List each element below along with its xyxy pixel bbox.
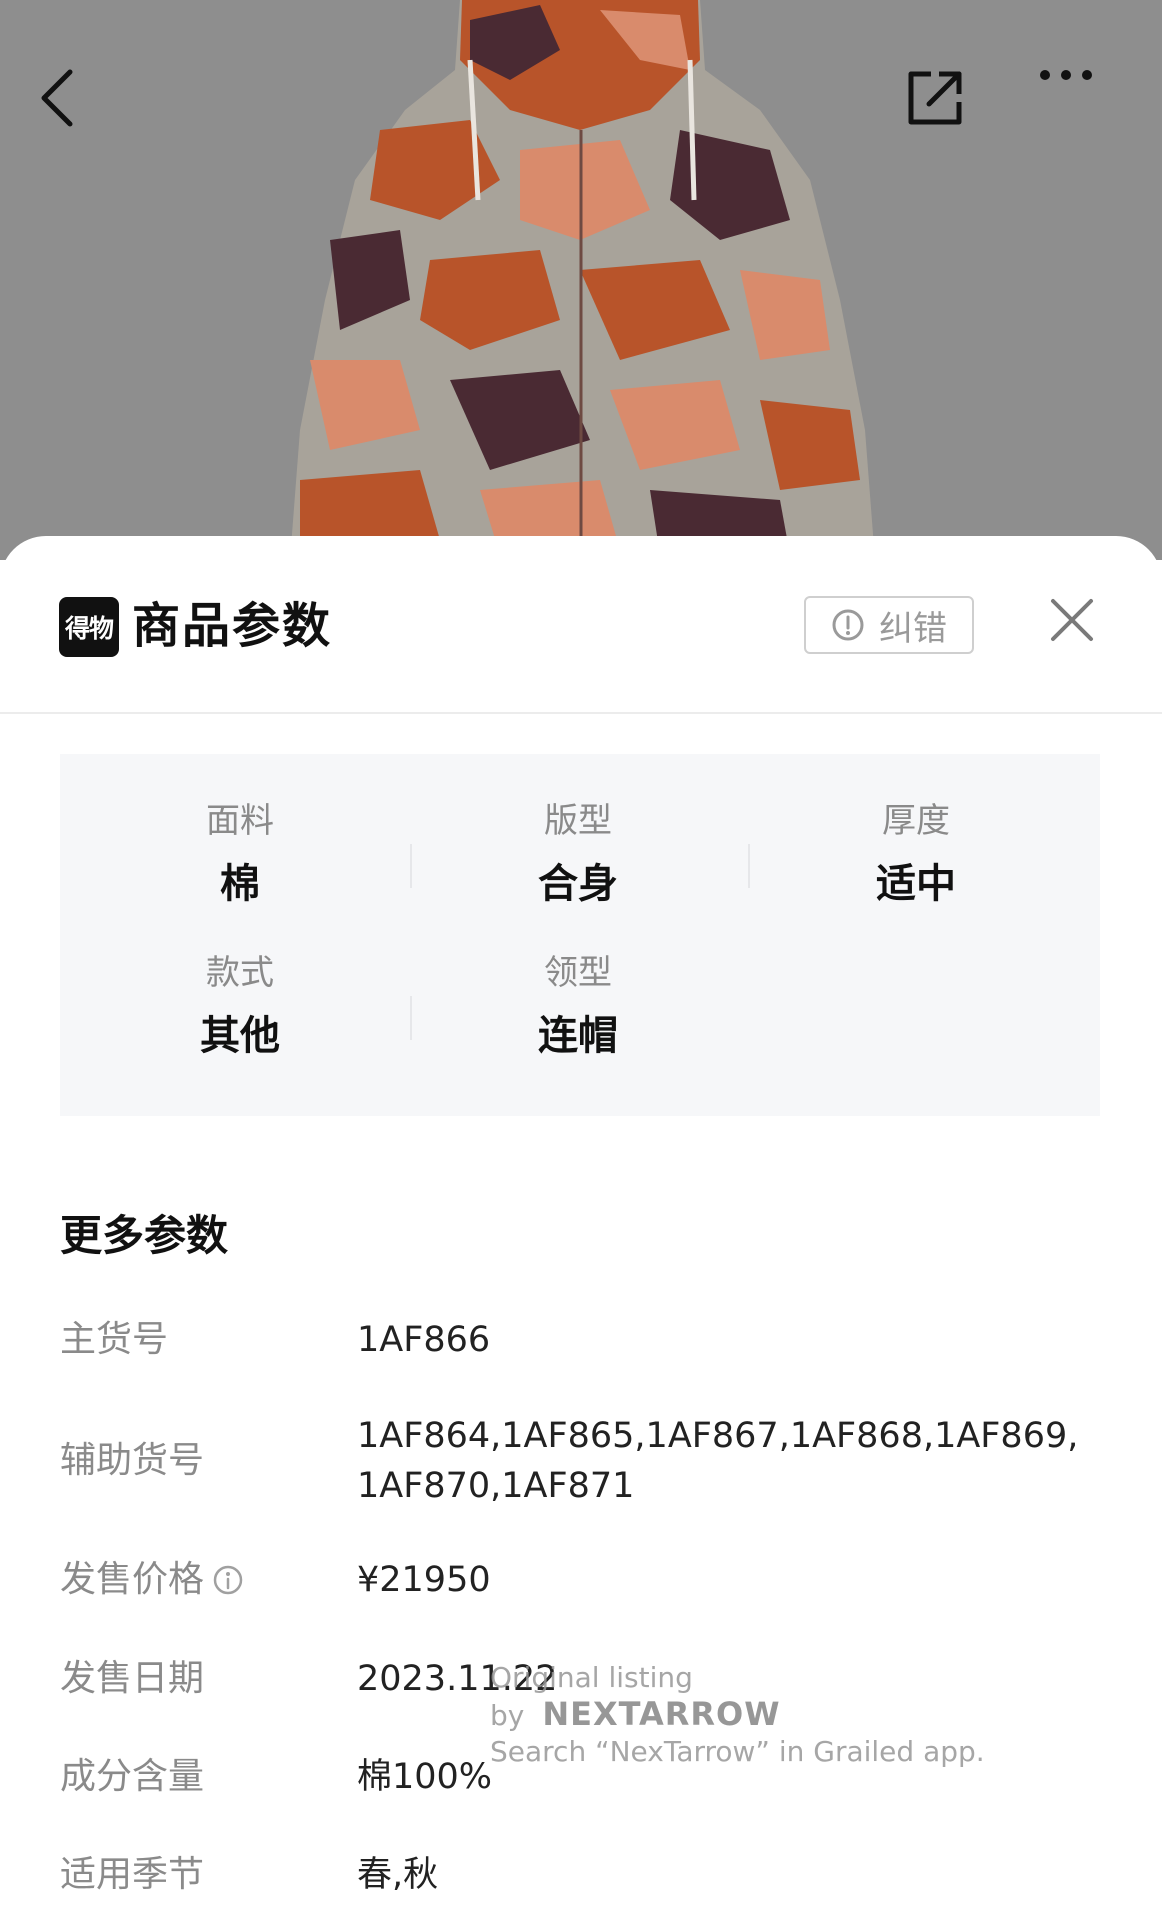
- row-label-release-price: 发售价格: [60, 1555, 244, 1605]
- back-button[interactable]: [38, 68, 128, 158]
- param-label: 版型: [544, 801, 612, 841]
- row-label-season: 适用季节: [60, 1854, 205, 1895]
- row-value-release-date: 2023.11.22: [357, 1659, 558, 1699]
- more-params-title: 更多参数: [60, 1211, 229, 1260]
- product-image: [0, 0, 1162, 560]
- row-value-composition: 棉100%: [357, 1757, 493, 1797]
- report-error-label: 纠错: [879, 608, 947, 649]
- param-fabric: 面料 棉: [100, 796, 380, 916]
- divider: [410, 844, 412, 888]
- param-value: 其他: [200, 1013, 280, 1059]
- sheet-header: 得物 商品参数 纠错: [0, 536, 1162, 714]
- close-button[interactable]: [1040, 588, 1104, 652]
- close-icon: [1051, 599, 1093, 641]
- product-params-sheet: 得物 商品参数 纠错 面料 棉 版型 合身 厚度 适中 款式 其他 领型 连帽 …: [0, 536, 1162, 1920]
- row-value-aux-sku: 1AF864,1AF865,1AF867,1AF868,1AF869, 1AF8…: [357, 1416, 1079, 1506]
- param-label: 领型: [544, 953, 612, 993]
- row-value-release-price: ¥21950: [357, 1560, 491, 1600]
- param-fit: 版型 合身: [438, 796, 718, 916]
- row-value-season: 春,秋: [357, 1855, 439, 1895]
- param-collar: 领型 连帽: [438, 948, 718, 1068]
- row-label-aux-sku: 辅助货号: [60, 1440, 205, 1481]
- param-value: 棉: [220, 861, 260, 907]
- more-button[interactable]: [1038, 68, 1128, 158]
- row-value-main-sku: 1AF866: [357, 1320, 491, 1360]
- row-label-main-sku: 主货号: [60, 1319, 169, 1360]
- param-thickness: 厚度 适中: [776, 796, 1056, 916]
- sheet-title: 商品参数: [132, 598, 333, 654]
- chevron-left-icon: [41, 69, 73, 127]
- report-error-button[interactable]: 纠错: [804, 596, 974, 654]
- param-label: 面料: [206, 801, 274, 841]
- row-label-release-date: 发售日期: [60, 1658, 205, 1699]
- share-external-icon: [908, 71, 962, 125]
- param-label: 厚度: [882, 801, 950, 841]
- brand-logo: 得物: [59, 597, 119, 657]
- exclamation-circle-icon: [832, 609, 864, 641]
- param-value: 适中: [876, 861, 956, 907]
- info-icon[interactable]: [212, 1564, 244, 1596]
- share-button[interactable]: [905, 68, 995, 158]
- divider: [410, 996, 412, 1040]
- param-value: 合身: [538, 861, 618, 907]
- param-style: 款式 其他: [100, 948, 380, 1068]
- param-label: 款式: [206, 953, 274, 993]
- param-value: 连帽: [538, 1013, 618, 1059]
- more-dots-icon: [1040, 70, 1092, 80]
- key-params-grid: 面料 棉 版型 合身 厚度 适中 款式 其他 领型 连帽: [60, 754, 1100, 1116]
- divider: [748, 844, 750, 888]
- row-label-composition: 成分含量: [60, 1756, 205, 1797]
- release-price-label: 发售价格: [60, 1559, 205, 1600]
